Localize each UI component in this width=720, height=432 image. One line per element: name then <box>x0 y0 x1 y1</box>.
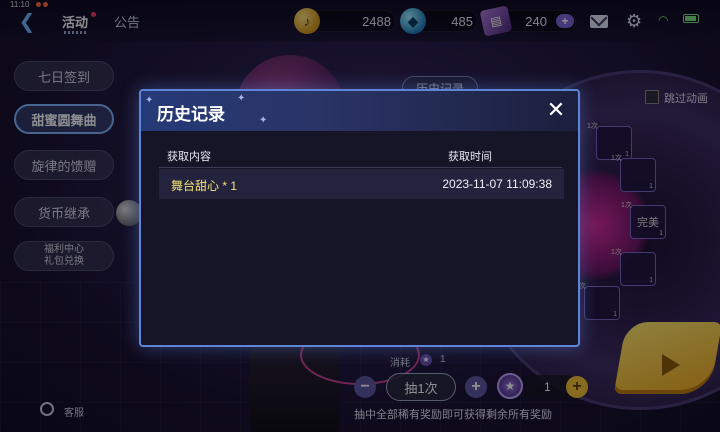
dialog-title: 历史记录 <box>157 105 225 124</box>
column-header-content: 获取内容 <box>167 151 211 163</box>
sparkle-icon: ✦ <box>145 95 154 106</box>
header-divider <box>159 167 562 168</box>
dialog-header: ✦ ✦ ✦ 历史记录 ✕ <box>141 91 578 131</box>
table-row: 舞台甜心 * 1 2023-11-07 11:09:38 <box>159 169 564 199</box>
sparkle-icon: ✦ <box>259 115 268 126</box>
reward-time: 2023-11-07 11:09:38 <box>442 177 552 191</box>
reward-name: 舞台甜心 * 1 <box>171 179 238 193</box>
close-button[interactable]: ✕ <box>544 99 568 123</box>
column-header-time: 获取时间 <box>448 151 492 163</box>
sparkle-icon: ✦ <box>237 93 246 104</box>
history-dialog: ✦ ✦ ✦ 历史记录 ✕ 获取内容 获取时间 舞台甜心 * 1 2023-11-… <box>139 89 580 347</box>
